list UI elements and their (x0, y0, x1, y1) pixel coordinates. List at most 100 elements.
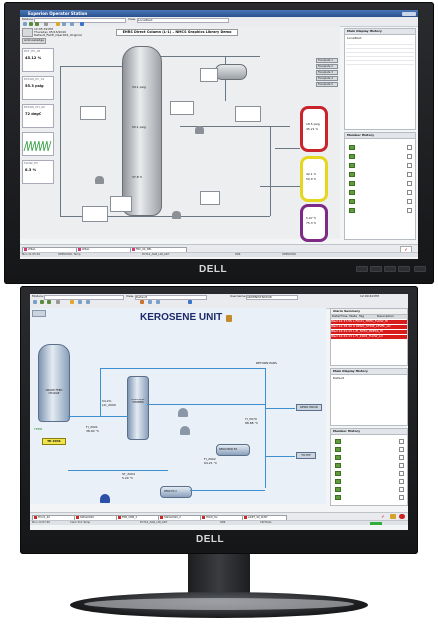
window-controls-icon[interactable] (402, 11, 416, 16)
member-item-icon[interactable] (349, 199, 355, 204)
kero-exchanger-2[interactable]: KERO EX 2 (160, 486, 192, 498)
trend-tile[interactable]: PCT_PV_02 45.12 % (22, 48, 54, 72)
edit-icon[interactable] (399, 471, 404, 476)
edit-icon[interactable] (407, 199, 412, 204)
faceplate-button[interactable]: Faceplate 2 (316, 64, 338, 69)
alarm-row[interactable]: Wed 12:41:13 L PI_5070_PRESS_HI (331, 330, 407, 334)
member-item-icon[interactable] (349, 145, 355, 150)
member-item-icon[interactable] (349, 172, 355, 177)
trend-icon[interactable] (62, 22, 66, 26)
kero-prod-exchanger[interactable]: KERO PROD EX (216, 444, 250, 456)
silence-icon[interactable] (390, 514, 396, 519)
help-icon[interactable] (80, 22, 84, 26)
member-item-icon[interactable] (335, 479, 341, 484)
member-item-icon[interactable] (349, 163, 355, 168)
home-icon[interactable] (23, 22, 27, 26)
faceplate-button[interactable]: Faceplate 1 (316, 58, 338, 63)
view-select[interactable]: LocalRoot (137, 17, 229, 23)
home-icon[interactable] (33, 300, 37, 304)
acknowledge-button[interactable]: Acknowledge (22, 38, 46, 44)
member-item-icon[interactable] (335, 463, 341, 468)
monitor-button[interactable] (398, 266, 410, 272)
monitor-button[interactable] (384, 266, 396, 272)
alarm-row[interactable]: Wed 12:37:55 L FIC21_FEED_FLOW_HI (331, 320, 407, 324)
monitor-button[interactable] (370, 266, 382, 272)
edit-icon[interactable] (407, 163, 412, 168)
kerosene-stripper[interactable]: KEROSENE STRIPPER (127, 376, 149, 440)
data-block[interactable] (200, 68, 218, 82)
tank-purple[interactable]: 5.07 % 75.3 % (300, 204, 328, 242)
alarm-row[interactable]: Wed 12:38:40 U KERO_STRIP_LEVEL_LO (331, 325, 407, 329)
edit-icon[interactable] (399, 439, 404, 444)
print-icon[interactable] (56, 300, 60, 304)
power-button[interactable] (414, 266, 426, 272)
edit-icon[interactable] (407, 145, 412, 150)
data-block[interactable] (200, 191, 220, 205)
forward-icon[interactable] (35, 22, 39, 26)
edit-icon[interactable] (407, 154, 412, 159)
product-box[interactable]: KERO PROD (296, 404, 322, 411)
pump-icon[interactable] (180, 426, 190, 435)
edit-icon[interactable] (399, 463, 404, 468)
tank-red[interactable]: 18.5 psig 45.21 % (300, 106, 328, 152)
edit-icon[interactable] (399, 495, 404, 500)
pump-icon[interactable] (172, 211, 181, 219)
tools-icon[interactable] (140, 300, 144, 304)
data-block[interactable] (80, 106, 106, 120)
alarm-tag[interactable]: TK 2031 (42, 438, 66, 445)
edit-icon[interactable] (407, 172, 412, 177)
trend-tile[interactable]: FLOW_PV 8.3 % (22, 160, 54, 184)
pump-icon[interactable] (195, 126, 204, 134)
report-icon[interactable] (70, 22, 74, 26)
member-item-icon[interactable] (349, 190, 355, 195)
member-item-icon[interactable] (335, 439, 341, 444)
alarm-row[interactable]: Wed 12:41:13 L FI_2002_FLOW_LO (331, 335, 407, 339)
data-block[interactable] (110, 196, 132, 212)
edit-icon[interactable] (399, 487, 404, 492)
view-select[interactable]: Default (135, 294, 207, 300)
member-item-icon[interactable] (349, 154, 355, 159)
back-icon[interactable] (40, 300, 44, 304)
acknowledge-icon[interactable]: ✔ (380, 514, 386, 519)
faceplate-icon[interactable] (156, 300, 160, 304)
trend-tile-sawtooth[interactable] (22, 132, 54, 156)
stop-icon[interactable] (399, 514, 405, 519)
back-icon[interactable] (29, 22, 33, 26)
alarm-icon[interactable] (56, 22, 60, 26)
window-icon[interactable] (148, 300, 152, 304)
member-item-icon[interactable] (349, 208, 355, 213)
alarm-icon[interactable] (70, 300, 74, 304)
member-item-icon[interactable] (335, 455, 341, 460)
nav-icons[interactable] (32, 310, 46, 317)
history-item[interactable]: LocalRoot (347, 37, 362, 40)
data-block[interactable] (170, 101, 194, 115)
faceplate-button[interactable]: Faceplate 4 (316, 76, 338, 81)
member-item-icon[interactable] (335, 471, 341, 476)
edit-icon[interactable] (407, 181, 412, 186)
monitor-button[interactable] (356, 266, 368, 272)
silence-icon[interactable] (22, 28, 33, 37)
product-box[interactable]: TO PIT (296, 452, 316, 459)
data-block[interactable] (82, 206, 108, 222)
feed-tank[interactable]: CRUDE FEED CHARGE (38, 344, 70, 422)
member-item-icon[interactable] (349, 181, 355, 186)
member-item-icon[interactable] (335, 495, 341, 500)
pump-icon[interactable] (100, 494, 110, 503)
forward-icon[interactable] (47, 300, 51, 304)
member-item-icon[interactable] (335, 447, 341, 452)
edit-icon[interactable] (399, 447, 404, 452)
faceplate-button[interactable]: Faceplate 3 (316, 70, 338, 75)
help-icon[interactable] (188, 300, 192, 304)
edit-icon[interactable] (407, 190, 412, 195)
report-icon[interactable] (86, 300, 90, 304)
trend-icon[interactable] (78, 300, 82, 304)
history-item[interactable]: Default (333, 377, 344, 380)
data-block[interactable] (235, 106, 261, 122)
member-item-icon[interactable] (335, 487, 341, 492)
pump-icon[interactable] (95, 176, 104, 184)
edit-icon[interactable] (399, 455, 404, 460)
print-icon[interactable] (44, 22, 48, 26)
faceplate-button[interactable]: Faceplate 5 (316, 82, 338, 87)
trend-tile[interactable]: PCTAN_CH_02 72 degC (22, 104, 54, 128)
edit-icon[interactable] (399, 479, 404, 484)
